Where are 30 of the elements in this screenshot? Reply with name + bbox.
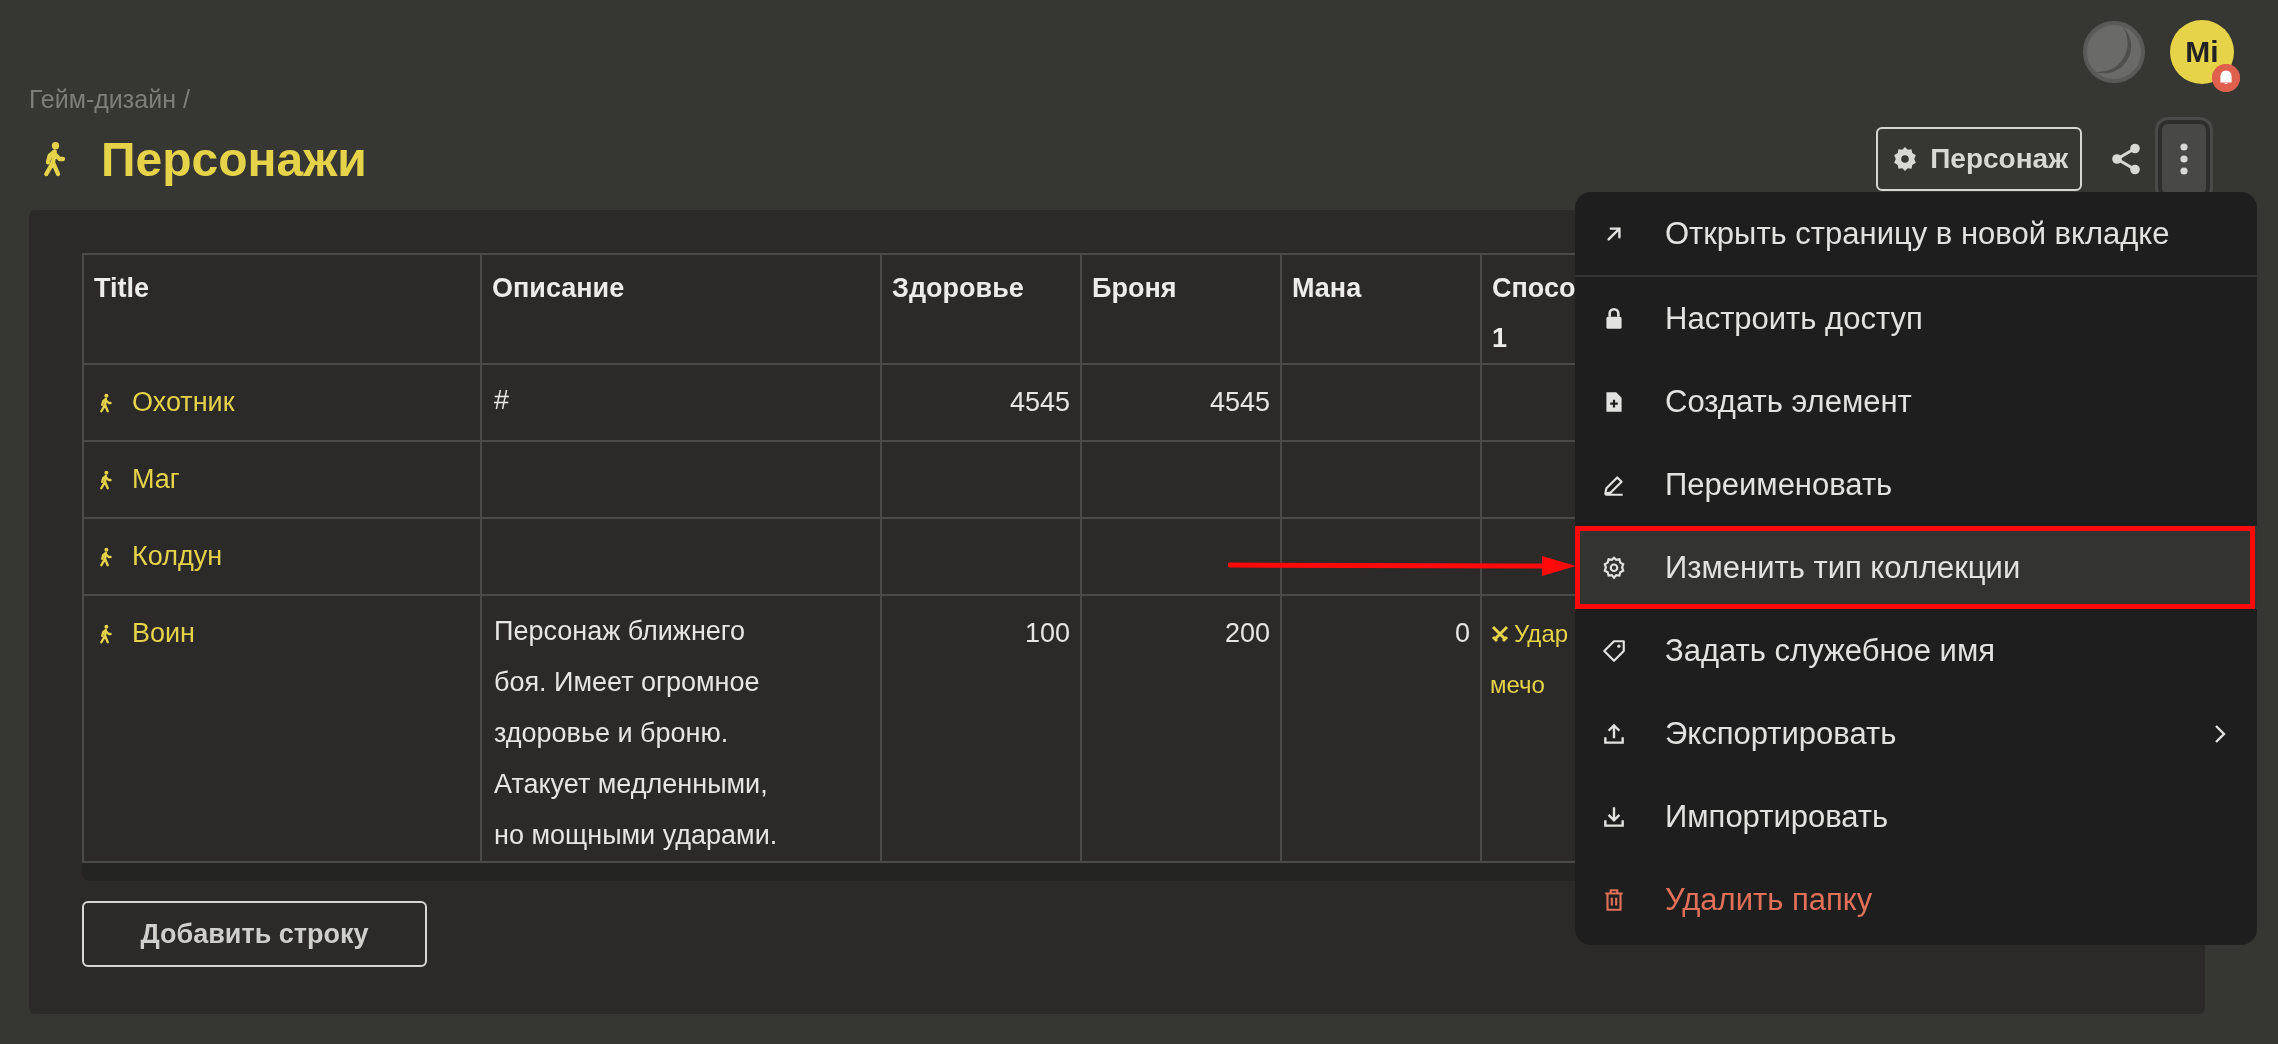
ability-link[interactable]: Удар мечо xyxy=(1490,608,1569,710)
table-cell: 4545 xyxy=(1081,364,1281,441)
column-header[interactable]: Здоровье xyxy=(881,254,1081,364)
menu-item[interactable]: Изменить тип коллекции xyxy=(1575,526,2257,609)
menu-item[interactable]: Переименовать xyxy=(1575,443,2257,526)
row-title-link[interactable]: Охотник xyxy=(132,377,235,428)
theme-toggle-icon[interactable] xyxy=(2082,20,2146,84)
row-title-link[interactable]: Колдун xyxy=(132,531,223,582)
column-header[interactable]: Title xyxy=(83,254,481,364)
menu-item[interactable]: Экспортировать xyxy=(1575,692,2257,775)
gear-icon xyxy=(1601,554,1627,581)
row-title-link[interactable]: Маг xyxy=(132,454,180,505)
page-title: Персонажи xyxy=(101,131,368,187)
menu-item[interactable]: Удалить папку xyxy=(1575,858,2257,941)
gear-icon xyxy=(1892,146,1919,172)
menu-item[interactable]: Открыть страницу в новой вкладке xyxy=(1575,192,2257,277)
user-avatar[interactable]: Mi xyxy=(2170,20,2234,84)
column-header[interactable]: Описание xyxy=(481,254,881,364)
column-header[interactable]: Мана xyxy=(1281,254,1481,364)
add-row-button[interactable]: Добавить строку xyxy=(82,901,427,967)
menu-item[interactable]: Импортировать xyxy=(1575,775,2257,858)
table-cell: 4545 xyxy=(881,364,1081,441)
row-title-link[interactable]: Воин xyxy=(132,608,196,659)
menu-item[interactable]: Задать служебное имя xyxy=(1575,609,2257,692)
type-button[interactable]: Персонаж xyxy=(1876,127,2082,191)
vertical-dots-icon xyxy=(2179,142,2189,176)
tag-icon xyxy=(1601,637,1627,664)
crossed-swords-icon xyxy=(1490,624,1510,644)
table-cell: # xyxy=(481,364,881,441)
column-header[interactable]: Броня xyxy=(1081,254,1281,364)
